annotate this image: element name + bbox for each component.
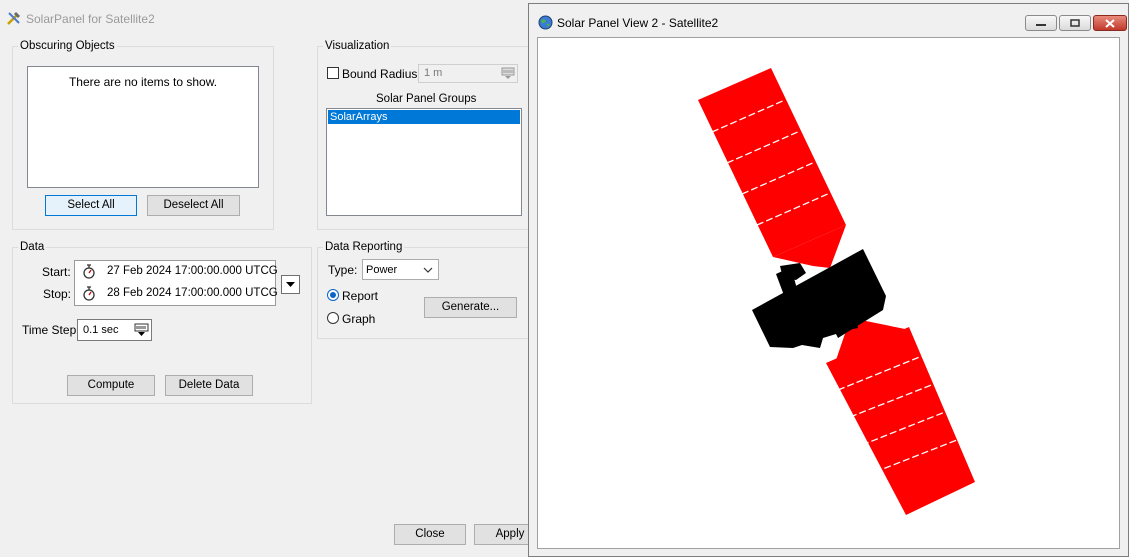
type-label: Type:	[328, 263, 358, 277]
delete-data-button[interactable]: Delete Data	[165, 375, 253, 396]
unit-picker-icon[interactable]	[134, 323, 149, 337]
upper-solar-array	[698, 68, 846, 268]
visualization-label: Visualization	[323, 40, 392, 52]
graph-label: Graph	[342, 312, 376, 326]
dropdown-arrow-icon	[286, 282, 295, 287]
report-label: Report	[342, 289, 379, 303]
solar-panel-view-window: Solar Panel View 2 - Satellite2	[528, 3, 1129, 557]
list-item-solararrays[interactable]: SolarArrays	[328, 110, 520, 124]
time-step-field[interactable]: 0.1 sec	[77, 319, 152, 341]
tools-icon	[7, 11, 21, 25]
bound-radius-value: 1 m	[424, 67, 443, 79]
minimize-button[interactable]	[1025, 15, 1057, 31]
globe-icon	[538, 15, 553, 30]
deselect-all-button[interactable]: Deselect All	[147, 195, 240, 216]
unit-picker-icon[interactable]	[501, 67, 515, 80]
time-dropdown-button[interactable]	[281, 275, 300, 294]
bound-radius-checkbox[interactable]	[327, 67, 339, 79]
bound-radius-field[interactable]: 1 m	[418, 64, 518, 83]
maximize-button[interactable]	[1059, 15, 1091, 31]
lower-solar-array	[826, 319, 975, 515]
stop-label: Stop:	[43, 287, 72, 301]
close-window-button[interactable]	[1093, 15, 1127, 31]
solar-panel-groups-label: Solar Panel Groups	[376, 93, 477, 105]
obscuring-objects-label: Obscuring Objects	[18, 40, 117, 52]
lower-panel-strip	[826, 327, 975, 515]
start-time-value: 27 Feb 2024 17:00:00.000 UTCG	[107, 265, 278, 277]
close-button[interactable]: Close	[394, 524, 466, 545]
3d-view-canvas[interactable]	[537, 37, 1120, 549]
upper-panel-strip	[698, 68, 846, 257]
data-reporting-label: Data Reporting	[323, 241, 405, 253]
restore-icon	[1070, 19, 1080, 27]
dialog-title-bar: SolarPanel for Satellite2	[0, 0, 530, 38]
dialog-title: SolarPanel for Satellite2	[26, 12, 155, 26]
time-step-value: 0.1 sec	[83, 324, 119, 336]
start-label: Start:	[42, 265, 71, 279]
satellite-render	[698, 68, 975, 515]
view-title: Solar Panel View 2 - Satellite2	[557, 16, 719, 30]
graph-radio[interactable]	[327, 312, 339, 324]
compute-button[interactable]: Compute	[67, 375, 155, 396]
solar-panel-groups-list[interactable]: SolarArrays	[326, 108, 522, 216]
generate-button[interactable]: Generate...	[424, 297, 517, 318]
data-label: Data	[18, 241, 47, 253]
chevron-down-icon	[423, 267, 433, 273]
stop-time-value: 28 Feb 2024 17:00:00.000 UTCG	[107, 287, 278, 299]
select-all-button[interactable]: Select All	[45, 195, 137, 216]
close-icon	[1105, 19, 1115, 28]
empty-list-text: There are no items to show.	[68, 75, 218, 89]
time-step-label: Time Step:	[22, 323, 80, 337]
solar-panel-dialog: SolarPanel for Satellite2 Obscuring Obje…	[0, 0, 546, 557]
stopwatch-icon	[83, 264, 95, 279]
minimize-icon	[1036, 24, 1046, 26]
type-value: Power	[366, 264, 398, 276]
stopwatch-icon	[83, 286, 95, 301]
obscuring-objects-list[interactable]: There are no items to show.	[27, 66, 259, 188]
type-select[interactable]: Power	[362, 259, 439, 280]
report-radio[interactable]	[327, 289, 339, 301]
bound-radius-label: Bound Radius:	[342, 67, 421, 81]
